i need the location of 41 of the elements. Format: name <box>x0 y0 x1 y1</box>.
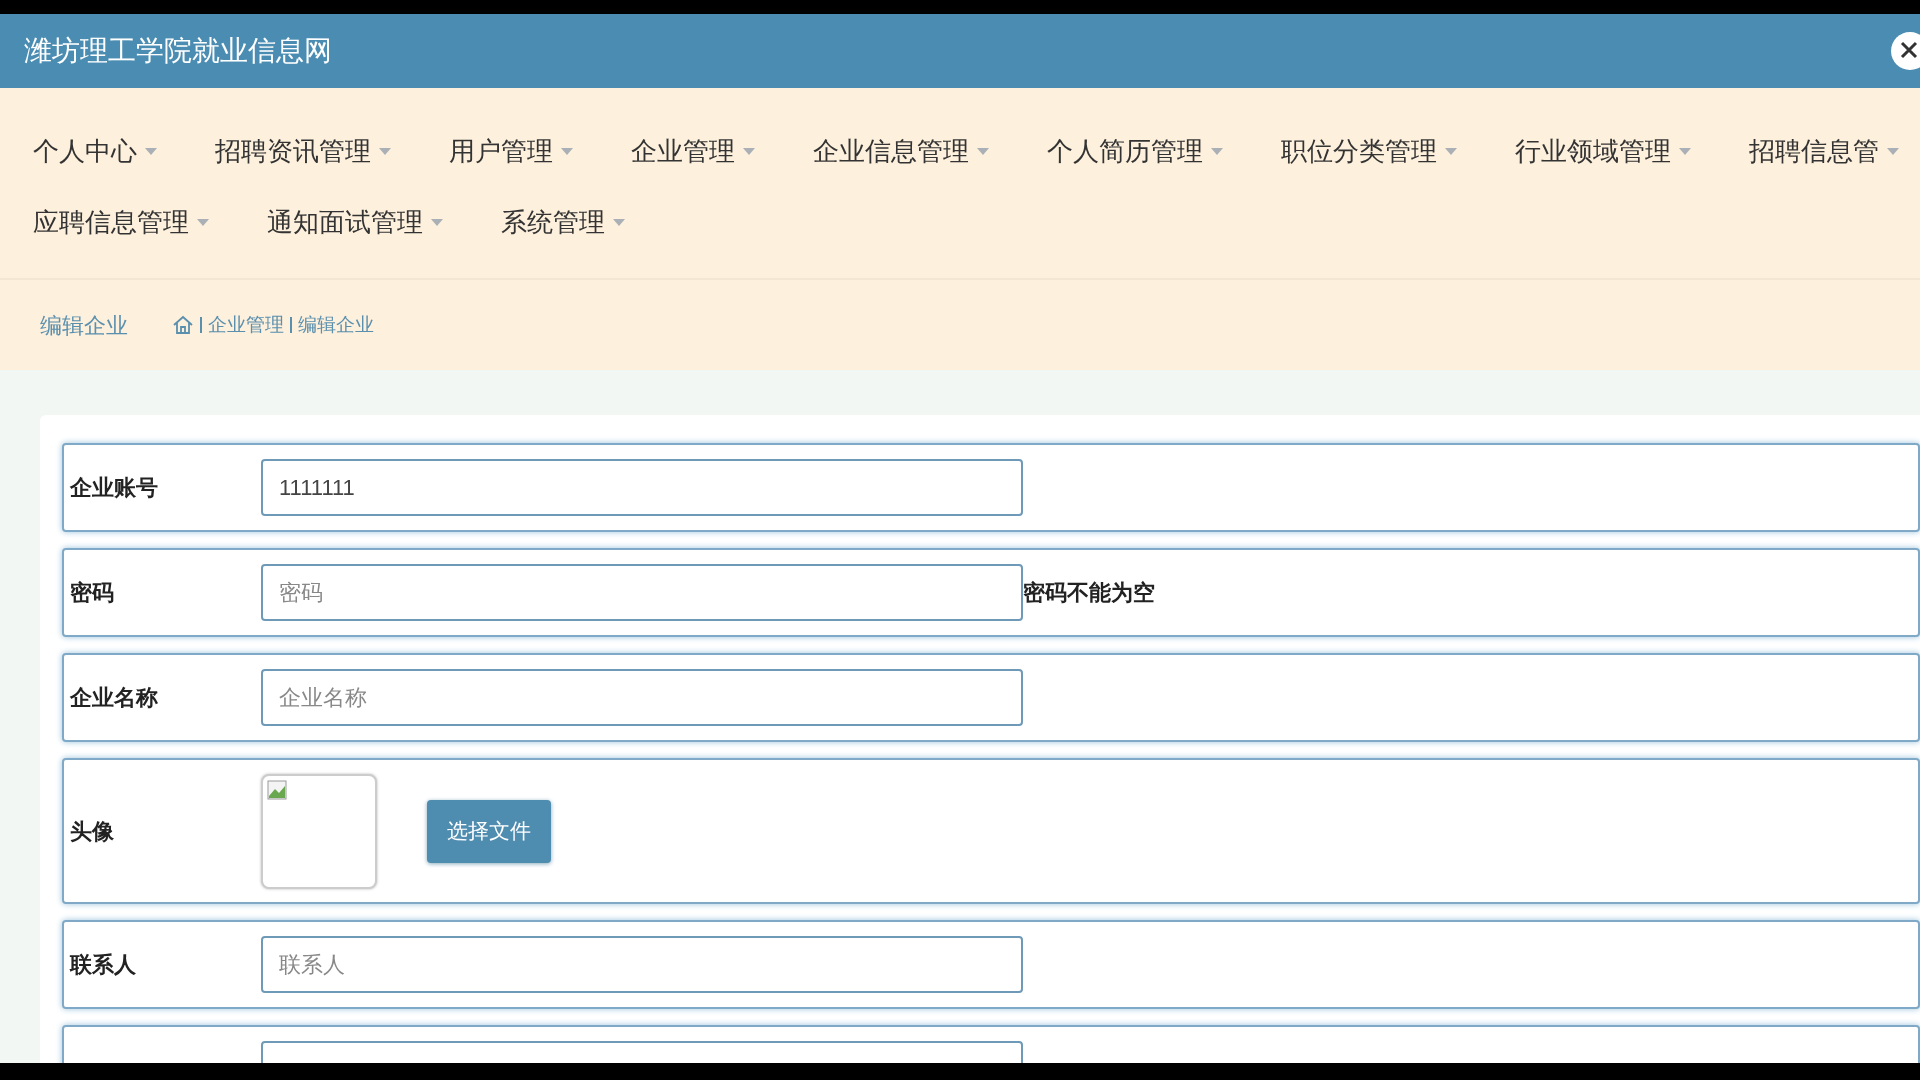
input-field[interactable]: 企业名称 <box>261 669 1023 726</box>
input-field[interactable]: 1111111 <box>261 459 1023 516</box>
caret-icon <box>743 148 755 155</box>
caret-icon <box>379 148 391 155</box>
caret-icon <box>145 148 157 155</box>
caret-icon <box>197 219 209 226</box>
nav-menu-item[interactable]: 应聘信息管理 <box>33 203 209 242</box>
caret-icon <box>613 219 625 226</box>
nav-menu-item[interactable]: 企业信息管理 <box>813 132 989 171</box>
field-label: 联系人 <box>68 951 137 979</box>
nav-menu-item[interactable]: 行业领域管理 <box>1515 132 1691 171</box>
input-field[interactable]: 密码 <box>261 564 1023 621</box>
nav-menu-item[interactable]: 系统管理 <box>501 203 625 242</box>
field-label: 头像 <box>69 817 115 846</box>
nav-menu-item[interactable]: 个人简历管理 <box>1047 132 1223 171</box>
nav-menu-item[interactable]: 职位分类管理 <box>1281 132 1457 171</box>
caret-icon <box>1445 148 1457 155</box>
caret-icon <box>1679 148 1691 155</box>
caret-icon <box>1211 148 1223 155</box>
caret-icon <box>977 148 989 155</box>
choose-file-button[interactable]: 选择文件 <box>427 799 551 863</box>
caret-icon <box>431 219 443 226</box>
home-icon[interactable] <box>172 314 194 336</box>
field-label: 企业账号 <box>69 474 159 502</box>
nav-menu-item[interactable]: 企业管理 <box>631 132 755 171</box>
error-message: 密码不能为空 <box>1023 579 1155 607</box>
field-label: 密码 <box>69 579 115 607</box>
field-label: 企业名称 <box>69 684 159 712</box>
page-title: 编辑企业 <box>40 311 128 340</box>
nav-menu-item[interactable]: 招聘信息管 <box>1749 132 1899 171</box>
broken-image-icon <box>267 779 287 800</box>
nav-menu-item[interactable]: 用户管理 <box>449 132 573 171</box>
caret-icon <box>561 148 573 155</box>
nav-menu-item[interactable]: 个人中心 <box>33 132 157 171</box>
nav-menu-item[interactable]: 招聘资讯管理 <box>215 132 391 171</box>
breadcrumb-item: 编辑企业 <box>298 312 374 337</box>
caret-icon <box>1887 148 1899 155</box>
site-title: 潍坊理工学院就业信息网 <box>24 34 332 68</box>
input-field[interactable]: 联系人 <box>261 936 1023 993</box>
nav-menu-item[interactable]: 通知面试管理 <box>267 203 443 242</box>
close-icon[interactable] <box>1890 31 1920 71</box>
